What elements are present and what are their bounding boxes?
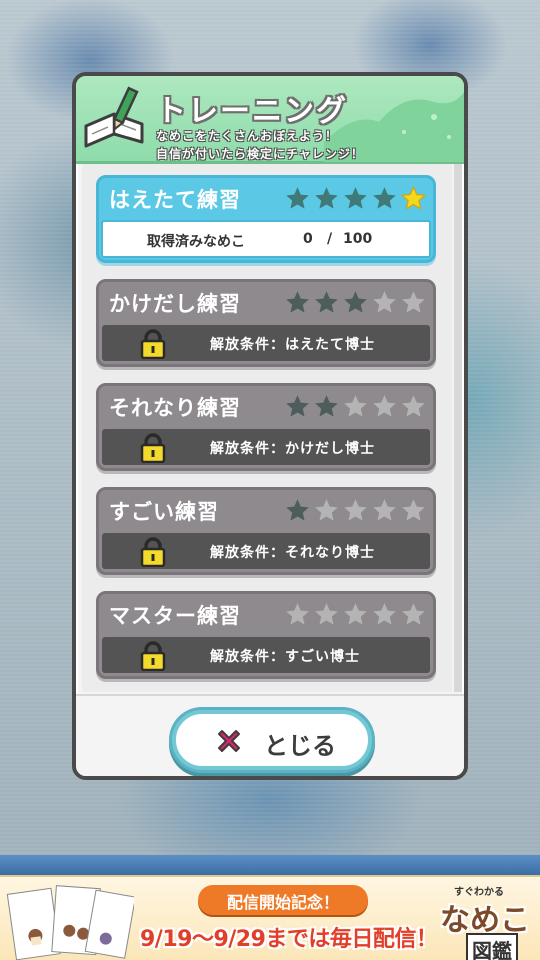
star-filled-icon xyxy=(315,291,338,313)
notebook-pencil-icon xyxy=(84,86,144,148)
star-gold-icon xyxy=(400,185,427,210)
star-filled-icon xyxy=(373,187,396,209)
star-filled-icon xyxy=(315,395,338,417)
star-rating xyxy=(284,601,427,628)
close-label: とじる xyxy=(264,732,336,760)
star-empty-icon xyxy=(315,603,338,625)
ad-pill: 配信開始記念！ xyxy=(198,885,368,915)
star-empty-icon xyxy=(286,603,309,625)
progress-label: 取得済みなめこ xyxy=(147,234,245,250)
locked-bar: 解放条件：かけだし博士 xyxy=(102,429,430,465)
ad-logo-sub: 図鑑 xyxy=(466,933,518,960)
star-empty-icon xyxy=(344,603,367,625)
star-empty-icon xyxy=(373,291,396,313)
ad-banner[interactable]: 配信開始記念！ 9/19～9/29までは毎日配信！ すぐわかる なめこ 図鑑 xyxy=(0,875,540,960)
star-filled-icon xyxy=(344,291,367,313)
progress-bar: 取得済みなめこ 0 / 100 xyxy=(101,220,431,258)
training-card-master[interactable]: マスター練習 解放条件：すごい博士 xyxy=(96,591,436,679)
x-mark-icon xyxy=(218,730,240,752)
padlock-icon xyxy=(140,433,166,463)
training-dialog: トレーニング なめこをたくさんおぼえよう！ 自信が付いたら検定にチャレンジ！ は… xyxy=(72,72,468,780)
star-filled-icon xyxy=(286,395,309,417)
training-name: すごい練習 xyxy=(109,500,219,524)
ad-dates: 9/19～9/29までは毎日配信！ xyxy=(140,927,438,952)
illustrated-cards-image xyxy=(6,885,134,960)
star-rating xyxy=(284,393,427,420)
training-name: マスター練習 xyxy=(109,604,241,628)
unlock-condition: 解放条件：すごい博士 xyxy=(210,649,360,665)
star-rating xyxy=(284,289,427,316)
dialog-subtitle-line1: なめこをたくさんおぼえよう！ xyxy=(156,129,339,143)
bottom-blue-bar xyxy=(0,855,540,875)
star-empty-icon xyxy=(315,499,338,521)
star-empty-icon xyxy=(402,395,425,417)
star-empty-icon xyxy=(402,499,425,521)
dialog-subtitle-line2: 自信が付いたら検定にチャレンジ！ xyxy=(156,147,364,161)
unlock-condition: 解放条件：それなり博士 xyxy=(210,545,375,561)
dialog-header: トレーニング なめこをたくさんおぼえよう！ 自信が付いたら検定にチャレンジ！ xyxy=(76,76,464,164)
star-rating xyxy=(284,497,427,524)
training-list[interactable]: はえたて練習 取得済みなめこ 0 / 100 かけだし練習 解放条件：はえたて博… xyxy=(82,164,452,692)
training-name: はえたて練習 xyxy=(109,188,241,212)
unlock-condition: 解放条件：はえたて博士 xyxy=(210,337,375,353)
star-empty-icon xyxy=(373,499,396,521)
list-scrollbar[interactable] xyxy=(454,164,462,692)
progress-total: 100 xyxy=(343,231,373,247)
dialog-title: トレーニング xyxy=(156,94,348,129)
star-filled-icon xyxy=(286,291,309,313)
ad-pill-text: 配信開始記念！ xyxy=(226,893,339,912)
training-card-sorenari[interactable]: それなり練習 解放条件：かけだし博士 xyxy=(96,383,436,471)
training-name: それなり練習 xyxy=(109,396,241,420)
star-empty-icon xyxy=(402,291,425,313)
star-filled-icon xyxy=(315,187,338,209)
star-filled-icon xyxy=(286,187,309,209)
star-empty-icon xyxy=(402,603,425,625)
star-empty-icon xyxy=(373,603,396,625)
star-empty-icon xyxy=(344,499,367,521)
star-filled-icon xyxy=(344,187,367,209)
locked-bar: 解放条件：それなり博士 xyxy=(102,533,430,569)
padlock-icon xyxy=(140,537,166,567)
padlock-icon xyxy=(140,329,166,359)
unlock-condition: 解放条件：かけだし博士 xyxy=(210,441,375,457)
star-filled-icon xyxy=(286,499,309,521)
close-button[interactable]: とじる xyxy=(172,710,372,770)
ad-logo: すぐわかる なめこ 図鑑 xyxy=(432,879,536,960)
star-empty-icon xyxy=(344,395,367,417)
star-empty-icon xyxy=(373,395,396,417)
locked-bar: 解放条件：はえたて博士 xyxy=(102,325,430,361)
training-card-haetate[interactable]: はえたて練習 取得済みなめこ 0 / 100 xyxy=(96,175,436,263)
star-rating xyxy=(284,185,427,212)
padlock-icon xyxy=(140,641,166,671)
locked-bar: 解放条件：すごい博士 xyxy=(102,637,430,673)
dialog-footer: とじる xyxy=(76,694,464,776)
progress-separator: / xyxy=(327,231,333,247)
progress-count: 0 xyxy=(303,231,313,247)
training-card-kakedashi[interactable]: かけだし練習 解放条件：はえたて博士 xyxy=(96,279,436,367)
training-card-sugoi[interactable]: すごい練習 解放条件：それなり博士 xyxy=(96,487,436,575)
training-name: かけだし練習 xyxy=(109,292,241,316)
